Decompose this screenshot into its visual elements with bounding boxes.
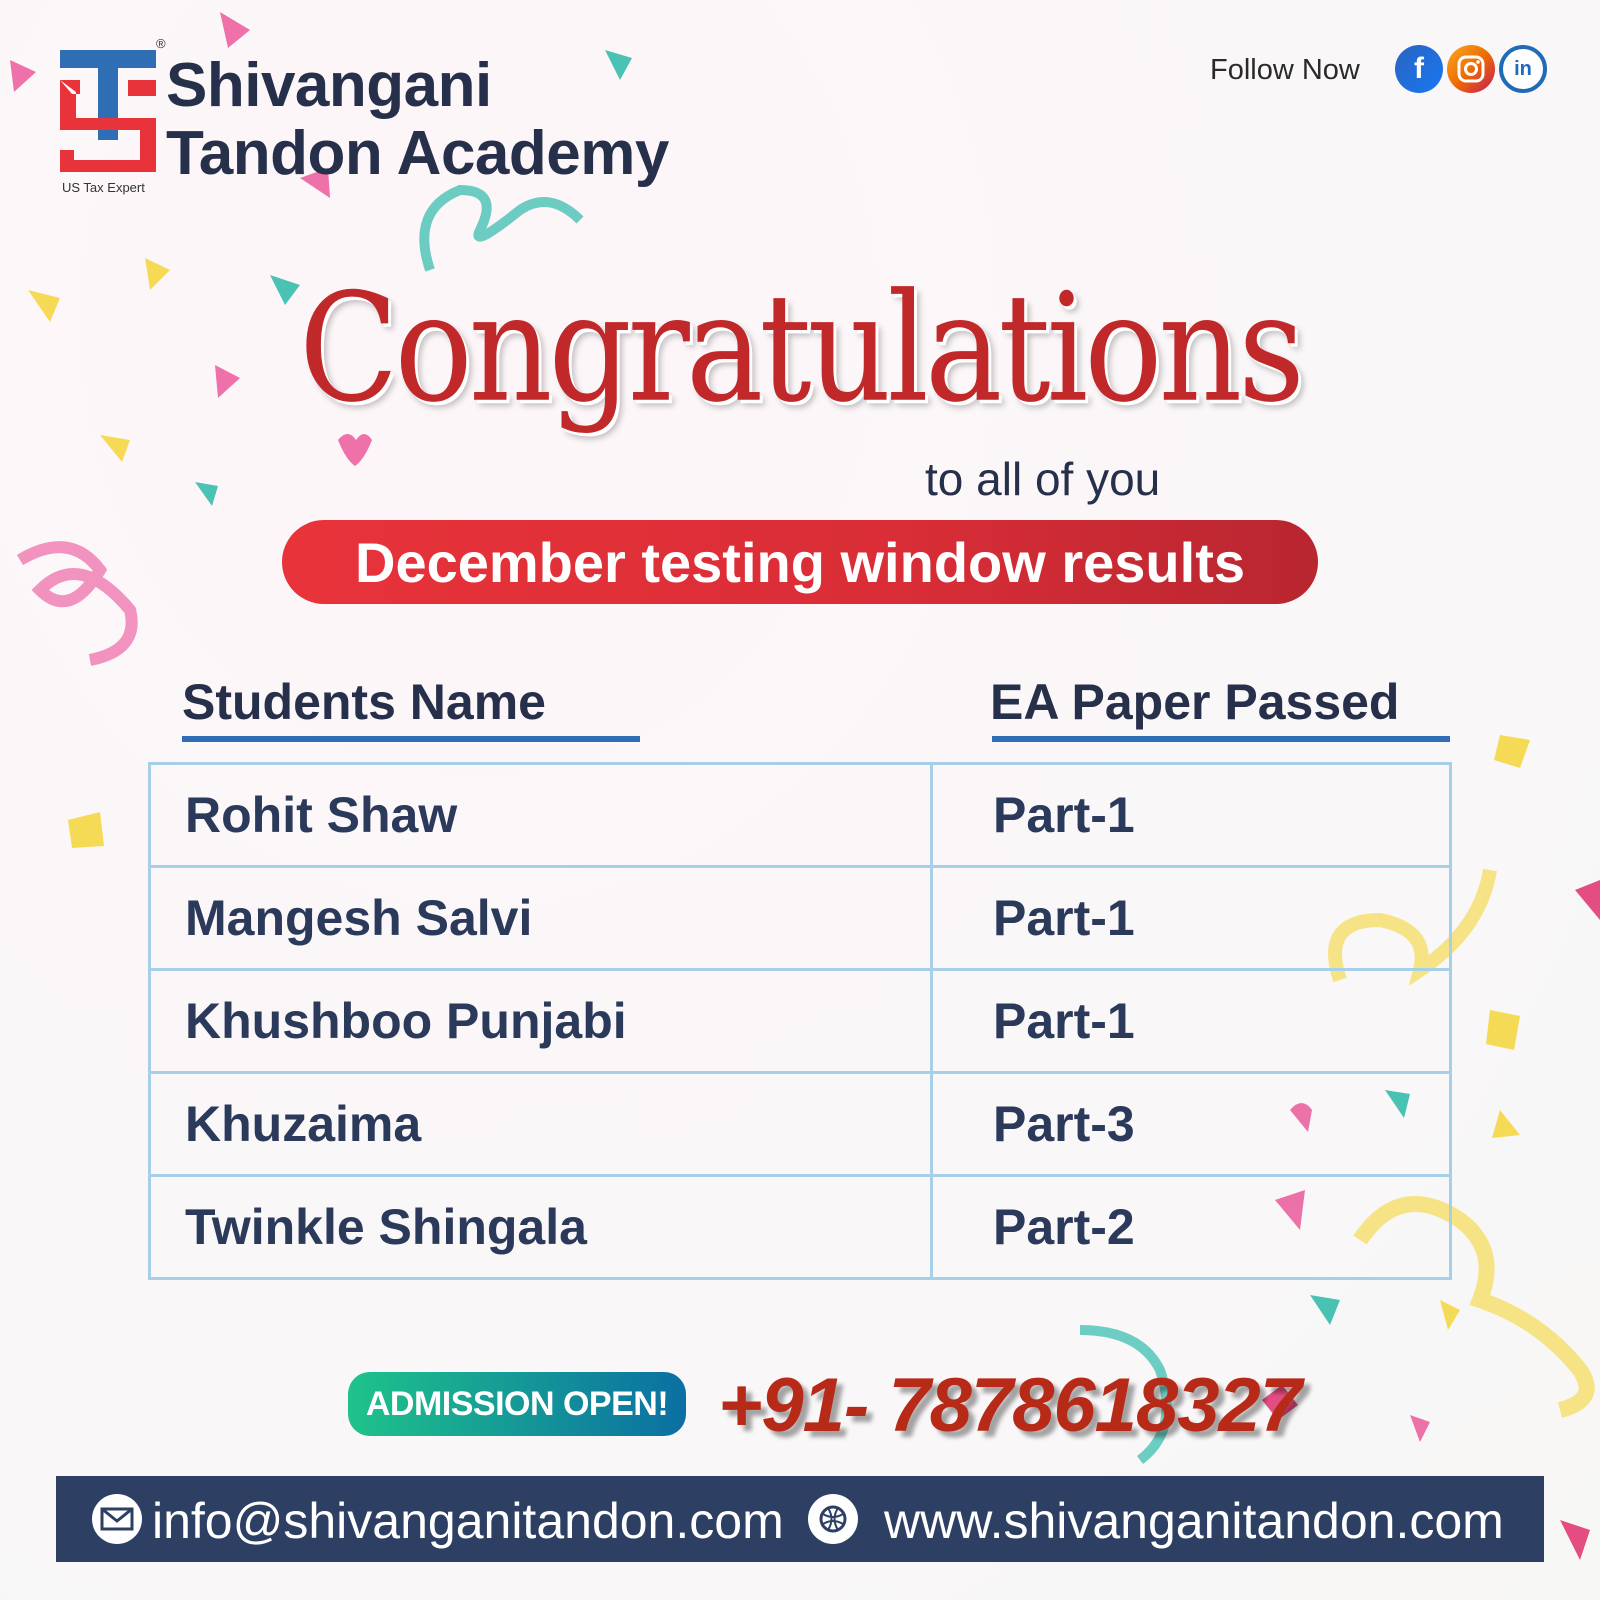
email-icon: [92, 1494, 142, 1544]
header-students-name: Students Name: [182, 674, 546, 730]
follow-now-label: Follow Now: [1210, 54, 1360, 86]
student-name: Mangesh Salvi: [148, 865, 933, 971]
footer-website-link[interactable]: www.shivanganitandon.com: [884, 1492, 1504, 1550]
facebook-icon[interactable]: f: [1395, 45, 1443, 93]
paper-passed: Part-2: [930, 1174, 1452, 1280]
header-underline: [182, 736, 640, 742]
student-name: Khushboo Punjabi: [148, 968, 933, 1074]
table-row: Twinkle Shingala Part-2: [148, 1174, 1452, 1280]
footer-email-link[interactable]: info@shivanganitandon.com: [152, 1492, 784, 1550]
phone-number[interactable]: +91- 7878618327: [718, 1362, 1302, 1449]
brand-name-line2: Tandon Academy: [166, 119, 669, 188]
admission-open-badge[interactable]: ADMISSION OPEN!: [348, 1372, 686, 1436]
congratulations-title: Congratulations: [299, 260, 1305, 436]
headline-subtitle: to all of you: [925, 453, 1161, 505]
admission-open-text: ADMISSION OPEN!: [365, 1384, 669, 1423]
linkedin-glyph: in: [1514, 57, 1532, 80]
brand-name-line1: Shivangani: [166, 51, 492, 120]
paper-passed: Part-1: [930, 865, 1452, 971]
academy-logo-icon: [60, 50, 156, 172]
results-table: Rohit Shaw Part-1 Mangesh Salvi Part-1 Khu…: [148, 762, 1452, 1280]
globe-icon: [808, 1494, 858, 1544]
registered-mark: ®: [156, 36, 166, 51]
paper-passed: Part-1: [930, 762, 1452, 868]
header-ea-paper-passed: EA Paper Passed: [990, 674, 1400, 730]
paper-passed: Part-1: [930, 968, 1452, 1074]
brand-tagline: US Tax Expert: [62, 180, 145, 195]
table-row: Rohit Shaw Part-1: [148, 762, 1452, 868]
student-name: Khuzaima: [148, 1071, 933, 1177]
instagram-glyph-icon: [1457, 55, 1485, 83]
paper-passed: Part-3: [930, 1071, 1452, 1177]
student-name: Rohit Shaw: [148, 762, 933, 868]
table-row: Mangesh Salvi Part-1: [148, 865, 1452, 971]
table-row: Khuzaima Part-3: [148, 1071, 1452, 1177]
results-banner: December testing window results: [282, 520, 1318, 604]
student-name: Twinkle Shingala: [148, 1174, 933, 1280]
linkedin-icon[interactable]: in: [1499, 45, 1547, 93]
results-banner-text: December testing window results: [355, 530, 1245, 594]
instagram-icon[interactable]: [1447, 45, 1495, 93]
table-row: Khushboo Punjabi Part-1: [148, 968, 1452, 1074]
facebook-glyph: f: [1414, 52, 1424, 85]
header-underline: [992, 736, 1450, 742]
